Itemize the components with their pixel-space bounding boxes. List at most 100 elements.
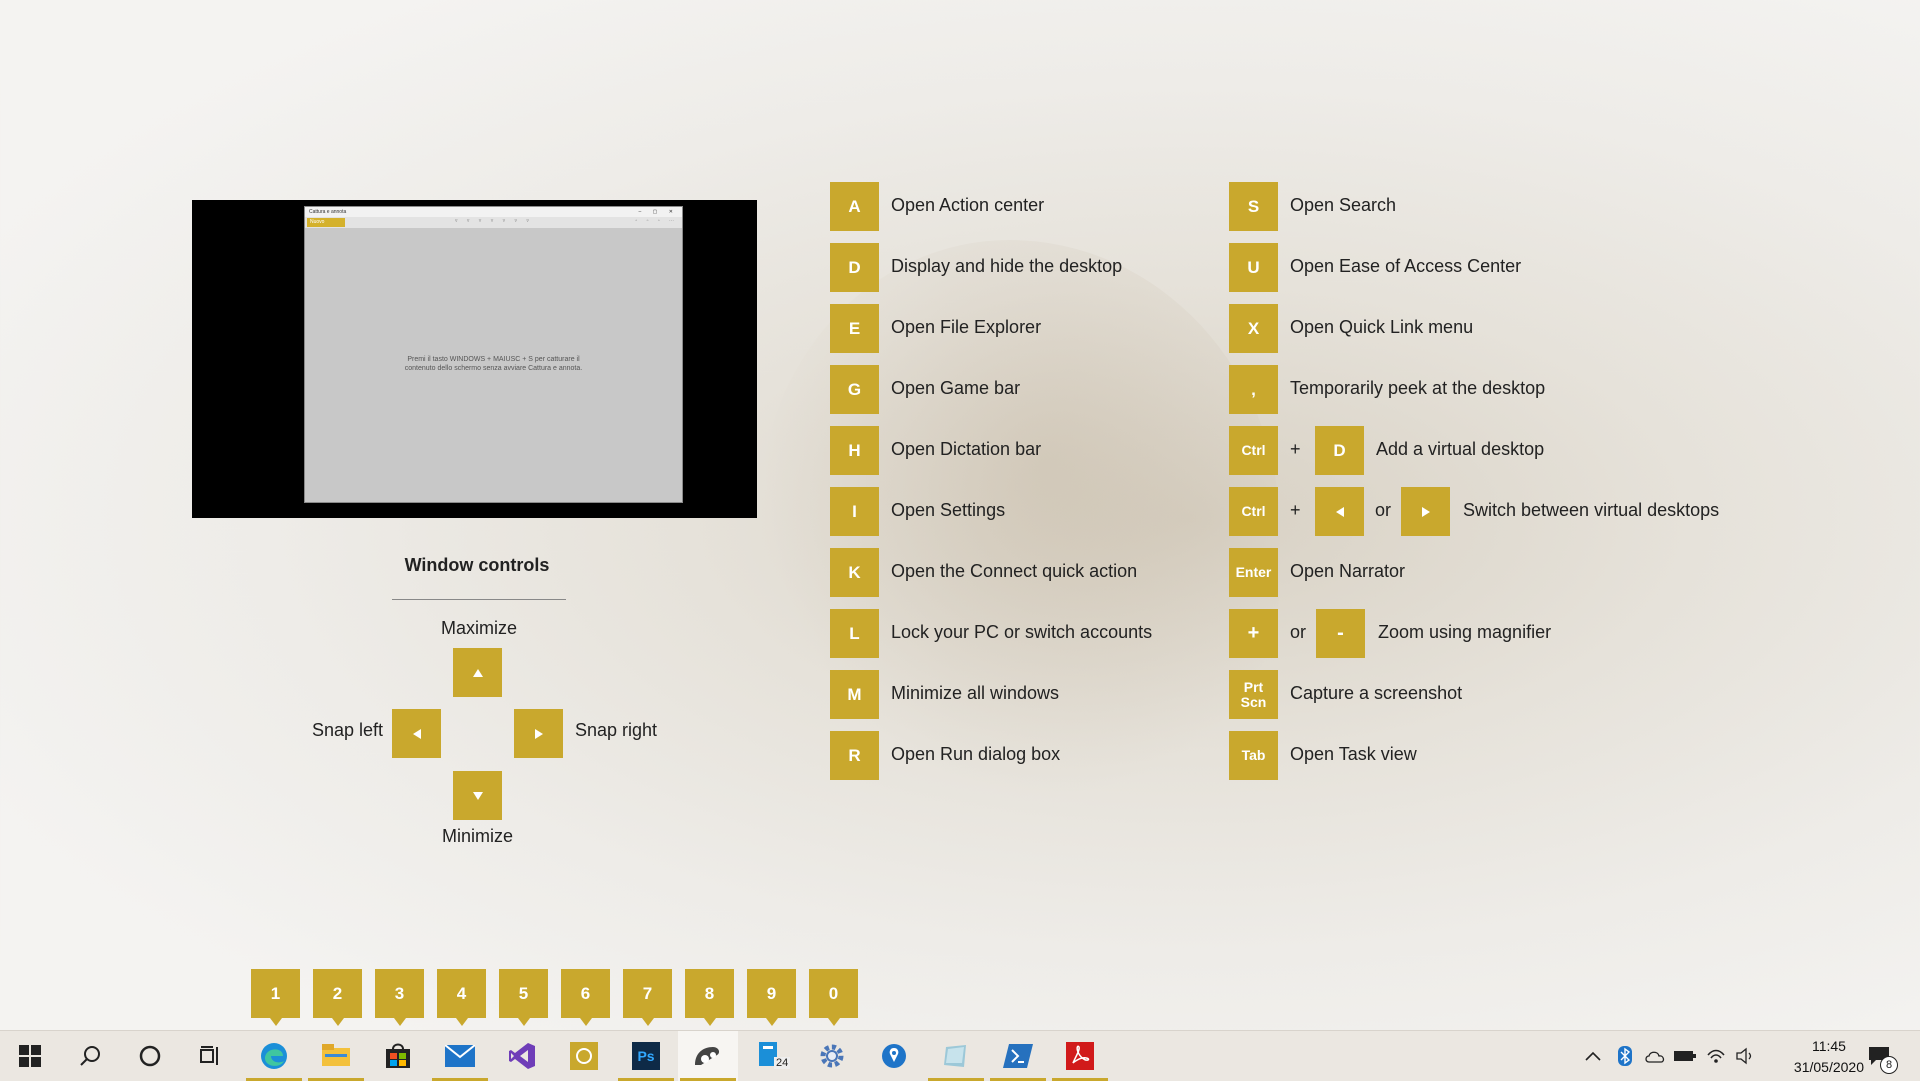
left-arrow-key [392,709,441,758]
taskbar-app-snip-sketch[interactable] [678,1031,738,1081]
taskbar-app-powershell[interactable] [988,1031,1048,1081]
preview-toolbar: Nuovo ▿ ▿ ▿ ▿ ▿ ▿ ▿ ▫ ▫ ▫ ⋯ [305,217,682,228]
key-k: K [830,548,879,597]
tray-onedrive[interactable] [1644,1031,1666,1081]
key-l: L [830,609,879,658]
shortcut-label: Open Dictation bar [891,439,1042,459]
settings-gear-icon [820,1044,844,1068]
number-key: 6 [561,969,610,1026]
shortcut-label: Open Search [1290,195,1397,215]
key-prtscn: Prt Scn [1229,670,1278,719]
taskbar-app-photoshop[interactable]: Ps [616,1031,676,1081]
shortcut-label: Open Quick Link menu [1290,317,1474,337]
key-i: I [830,487,879,536]
edge-icon [261,1043,287,1069]
shortcut-label: Open Game bar [891,378,1021,398]
shortcut-label: Open File Explorer [891,317,1042,337]
key-x: X [1229,304,1278,353]
plus-sign: + [1290,439,1301,459]
key-h: H [830,426,879,475]
number-key: 3 [375,969,424,1026]
shortcut-label: Capture a screenshot [1290,683,1463,703]
triangle-left-icon [1335,506,1344,517]
files-badge: 24 [774,1057,791,1069]
key-r: R [830,731,879,780]
tray-volume[interactable] [1735,1031,1755,1081]
down-arrow-key [453,771,502,820]
start-button[interactable] [0,1031,60,1081]
action-center-button[interactable]: 8 [1868,1031,1898,1081]
tray-battery[interactable] [1674,1031,1696,1081]
triangle-down-icon [472,791,483,800]
or-text: or [1375,500,1392,520]
key-e: E [830,304,879,353]
shortcut-label: Add a virtual desktop [1376,439,1545,459]
taskbar-app-whatsapp[interactable] [554,1031,614,1081]
key-u: U [1229,243,1278,292]
number-key: 2 [313,969,362,1026]
triangle-left-icon [412,728,421,739]
shortcut-label: Open Action center [891,195,1045,215]
shortcut-label: Temporarily peek at the desktop [1290,378,1546,398]
app-icon [944,1045,966,1067]
right-arrow-key [514,709,563,758]
taskbar-app-generic[interactable] [926,1031,986,1081]
preview-new-button: Nuovo [307,218,345,227]
acrobat-icon [1066,1042,1094,1070]
taskbar-app-edge[interactable] [244,1031,304,1081]
battery-icon [1674,1051,1696,1061]
shortcut-label: Switch between virtual desktops [1463,500,1720,520]
taskbar-app-visual-studio[interactable] [492,1031,552,1081]
shortcut-label: Open Narrator [1290,561,1406,581]
taskbar-app-acrobat[interactable] [1050,1031,1110,1081]
tray-wifi[interactable] [1706,1031,1726,1081]
key-plus: + [1229,609,1278,658]
store-icon [386,1043,410,1068]
number-key: 0 [809,969,858,1026]
tray-bluetooth[interactable] [1618,1031,1632,1081]
key-comma: , [1229,365,1278,414]
taskbar-app-store[interactable] [368,1031,428,1081]
taskbar-app-maps[interactable] [864,1031,924,1081]
taskbar-app-files[interactable]: 24 [744,1031,804,1081]
key-g: G [830,365,879,414]
cortana-button[interactable] [120,1031,180,1081]
shortcut-label: Lock your PC or switch accounts [891,622,1153,642]
preview-window-title: Cattura e annota – ▢ ✕ [305,207,682,217]
file-explorer-icon [322,1044,350,1066]
maximize-label: Maximize [441,618,518,638]
right-arrow-key [1401,487,1450,536]
maps-icon [882,1044,906,1068]
key-tab: Tab [1229,731,1278,780]
triangle-right-icon [1421,506,1430,517]
preview-body-text: Premi il tasto WINDOWS + MAIUSC + S per … [404,356,583,372]
number-key: 5 [499,969,548,1026]
number-key: 7 [623,969,672,1026]
speaker-icon [1736,1047,1752,1065]
windows-start-icon [19,1045,41,1067]
shortcut-label: Open Settings [891,500,1006,520]
taskbar-app-mail[interactable] [430,1031,490,1081]
number-key: 9 [747,969,796,1026]
shortcut-label: Open Run dialog box [891,744,1061,764]
mail-icon [445,1045,475,1067]
clock-time: 11:45 [1811,1038,1846,1054]
taskbar-clock[interactable]: 11:45 31/05/2020 [1794,1036,1864,1078]
shortcut-label: Minimize all windows [891,683,1060,703]
number-key: 1 [251,969,300,1026]
shortcut-label: Display and hide the desktop [891,256,1123,276]
snap-right-label: Snap right [575,720,658,740]
tray-overflow-button[interactable] [1585,1031,1601,1081]
cortana-icon [139,1045,161,1067]
plus-sign: + [1290,500,1301,520]
search-button[interactable] [60,1031,120,1081]
task-view-icon [200,1046,218,1065]
task-view-button[interactable] [180,1031,240,1081]
taskbar-app-settings[interactable] [802,1031,862,1081]
shortcut-preview: Cattura e annota – ▢ ✕ Nuovo ▿ ▿ ▿ ▿ ▿ ▿… [192,200,757,518]
photoshop-icon: Ps [632,1042,660,1070]
chevron-up-icon [1585,1051,1601,1061]
key-s: S [1229,182,1278,231]
taskbar: Ps 24 11:45 31/05/2020 8 [0,1030,1920,1081]
taskbar-app-file-explorer[interactable] [306,1031,366,1081]
